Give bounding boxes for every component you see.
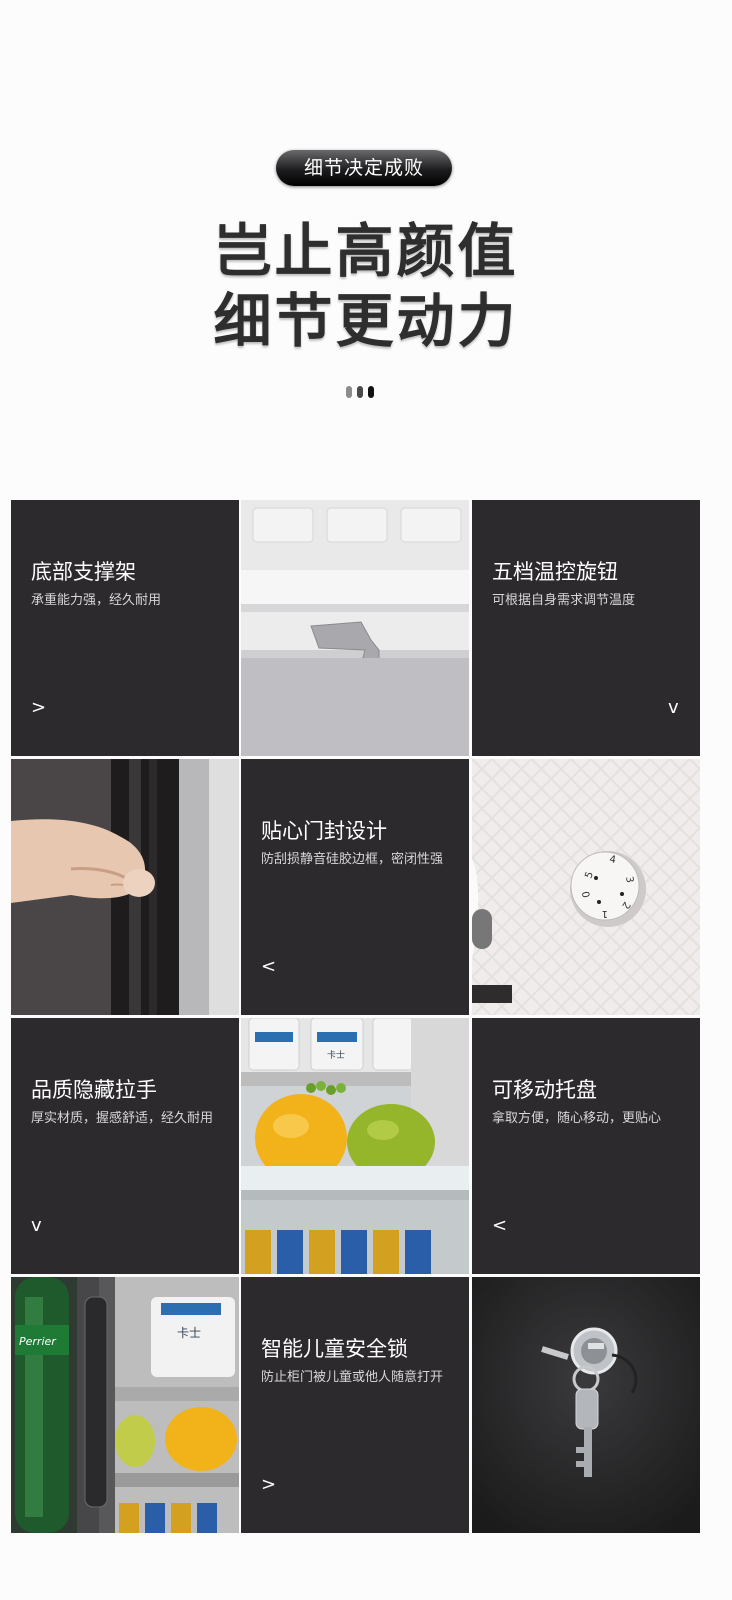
feature-desc: 厚实材质，握感舒适，经久耐用 — [31, 1111, 214, 1126]
header-section: 细节决定成败 岂止高颜值 细节更动力 — [0, 0, 732, 490]
headline-line-2: 细节更动力 — [213, 287, 519, 355]
feature-tile-support: 底部支撑架 承重能力强，经久耐用 > — [11, 500, 239, 756]
photo-safety-lock — [472, 1277, 700, 1533]
feature-desc: 防刮损静音硅胶边框，密闭性强 — [261, 852, 444, 867]
feature-desc: 承重能力强，经久耐用 — [31, 593, 162, 608]
chevron-down-icon: v — [31, 1215, 42, 1236]
dot-3 — [368, 386, 374, 398]
feature-desc: 拿取方便，随心移动，更贴心 — [492, 1111, 662, 1126]
photo-support-bracket — [241, 500, 469, 756]
feature-title: 五档温控旋钮 — [492, 560, 618, 584]
photo-hidden-handle: Perrier 卡士 — [11, 1277, 239, 1533]
feature-tile-knob: 五档温控旋钮 可根据自身需求调节温度 v — [472, 500, 700, 756]
feature-desc: 可根据自身需求调节温度 — [492, 593, 636, 608]
feature-tile-handle: 品质隐藏拉手 厚实材质，握感舒适，经久耐用 v — [11, 1018, 239, 1274]
dot-1 — [346, 386, 352, 398]
bottle-brand-label: Perrier — [19, 1335, 57, 1348]
photo-door-seal — [11, 759, 239, 1015]
yogurt-brand-label: 卡士 — [327, 1049, 345, 1061]
headline-line-1: 岂止高颜值 — [213, 217, 519, 285]
feature-tile-tray: 可移动托盘 拿取方便，随心移动，更贴心 < — [472, 1018, 700, 1274]
photo-temperature-knob: 5 4 3 2 1 0 — [472, 759, 700, 1015]
feature-tile-seal: 贴心门封设计 防刮损静音硅胶边框，密闭性强 < — [241, 759, 469, 1015]
dot-2 — [357, 386, 363, 398]
photo-movable-tray: 卡士 — [241, 1018, 469, 1274]
feature-title: 底部支撑架 — [31, 560, 136, 584]
arrow-left-icon: < — [261, 956, 277, 977]
knob-digit: 1 — [602, 908, 608, 919]
feature-tile-lock: 智能儿童安全锁 防止柜门被儿童或他人随意打开 > — [241, 1277, 469, 1533]
arrow-right-icon: > — [261, 1474, 277, 1495]
feature-title: 可移动托盘 — [492, 1078, 597, 1102]
arrow-left-icon: < — [492, 1215, 508, 1236]
feature-desc: 防止柜门被儿童或他人随意打开 — [261, 1370, 444, 1385]
feature-title: 智能儿童安全锁 — [261, 1337, 408, 1361]
feature-title: 贴心门封设计 — [261, 819, 387, 843]
chevron-down-icon: v — [668, 697, 679, 718]
yogurt-brand-label: 卡士 — [177, 1326, 201, 1340]
feature-title: 品质隐藏拉手 — [31, 1078, 157, 1102]
pagination-dots — [346, 383, 379, 398]
header-badge: 细节决定成败 — [276, 150, 452, 186]
arrow-right-icon: > — [31, 697, 47, 718]
